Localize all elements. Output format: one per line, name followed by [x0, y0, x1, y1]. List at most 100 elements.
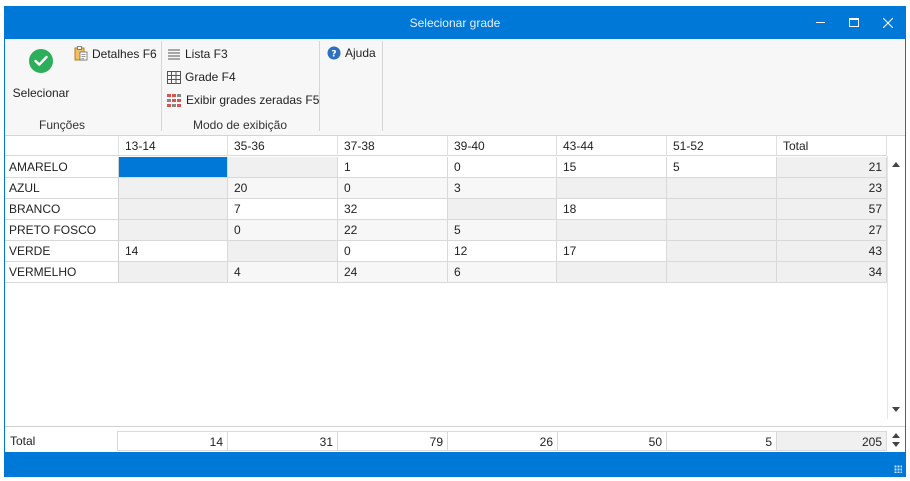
row-total-cell: 57 [777, 199, 887, 220]
grid-cell[interactable]: 14 [119, 241, 228, 262]
lista-button[interactable]: Lista F3 [167, 47, 228, 61]
footer-total-label: Total [10, 434, 36, 448]
close-icon [883, 18, 893, 28]
grid-cell[interactable] [119, 178, 228, 199]
grid-cell[interactable]: 1 [338, 157, 448, 178]
footer-scroll-down-icon[interactable] [892, 442, 900, 447]
detalhes-label: Detalhes F6 [92, 46, 157, 61]
grid-cell[interactable]: 0 [448, 157, 557, 178]
grid-cell[interactable]: 18 [557, 199, 667, 220]
resize-grip-icon[interactable] [894, 465, 902, 473]
grid-cell[interactable]: 24 [338, 262, 448, 283]
dialog-window: Selecionar grade Selecionar Detalhes F6 … [4, 6, 906, 477]
grid-cell[interactable] [667, 178, 777, 199]
grid-cell[interactable]: 22 [338, 220, 448, 241]
column-total-cell: 50 [557, 431, 667, 451]
detalhes-button[interactable]: Detalhes F6 [73, 46, 157, 61]
grid-cell[interactable] [119, 220, 228, 241]
grid-cell[interactable]: 0 [338, 178, 448, 199]
grid-cell[interactable]: 5 [448, 220, 557, 241]
svg-text:?: ? [331, 50, 336, 60]
grid-cell[interactable]: 3 [448, 178, 557, 199]
maximize-button[interactable] [837, 7, 871, 39]
ribbon-group-funcoes: Selecionar Detalhes F6 Funções [5, 39, 157, 135]
grid-cell[interactable]: 20 [228, 178, 338, 199]
footer-scroll-up-icon[interactable] [892, 433, 900, 438]
status-bar [5, 452, 905, 476]
grid-cell[interactable]: 15 [557, 157, 667, 178]
row-total-cell: 23 [777, 178, 887, 199]
minimize-icon [815, 21, 825, 23]
row-header[interactable]: AZUL [5, 178, 119, 199]
column-header[interactable]: 39-40 [448, 136, 557, 156]
row-header[interactable]: BRANCO [5, 199, 119, 220]
window-title: Selecionar grade [409, 16, 501, 30]
grid-cell[interactable]: 32 [338, 199, 448, 220]
column-header[interactable]: 35-36 [228, 136, 338, 156]
ajuda-label: Ajuda [345, 46, 376, 60]
row-header[interactable]: VERDE [5, 241, 119, 262]
column-header[interactable]: 37-38 [338, 136, 448, 156]
grid-cell[interactable]: 7 [228, 199, 338, 220]
row-total-cell: 34 [777, 262, 887, 283]
ribbon-group-modo: Lista F3 Grade F4 Exibir grades zeradas … [162, 39, 319, 135]
grid-cell[interactable] [667, 241, 777, 262]
title-bar[interactable]: Selecionar grade [5, 7, 905, 39]
lista-label: Lista F3 [185, 47, 228, 61]
grid-cell[interactable]: 17 [557, 241, 667, 262]
header-corner [5, 136, 119, 156]
column-total-cell: 14 [117, 431, 228, 451]
row-header[interactable]: VERMELHO [5, 262, 119, 283]
grid-cell[interactable] [667, 262, 777, 283]
scroll-down-icon[interactable] [892, 407, 900, 412]
row-total-cell: 21 [777, 157, 887, 178]
grid-cell[interactable] [119, 262, 228, 283]
minimize-button[interactable] [803, 7, 837, 39]
grand-total-cell: 205 [776, 431, 887, 451]
grade-grid[interactable]: 13-14 35-36 37-38 39-40 43-44 51-52 Total AMARE… [5, 136, 905, 426]
row-total-cell: 43 [777, 241, 887, 262]
ajuda-button[interactable]: ? Ajuda [327, 46, 376, 60]
ribbon-group-ajuda: ? Ajuda [320, 39, 382, 135]
colored-grid-icon [167, 93, 182, 107]
column-total-cell: 31 [227, 431, 338, 451]
column-header[interactable]: 51-52 [667, 136, 777, 156]
grade-label: Grade F4 [185, 70, 236, 84]
scroll-up-icon[interactable] [892, 162, 900, 167]
grid-cell[interactable] [667, 220, 777, 241]
grid-cell[interactable]: 5 [667, 157, 777, 178]
exibir-zeradas-button[interactable]: Exibir grades zeradas F5 [167, 93, 319, 107]
exibir-zeradas-label: Exibir grades zeradas F5 [186, 93, 320, 107]
grid-cell[interactable] [557, 178, 667, 199]
grid-cell[interactable] [448, 199, 557, 220]
selecionar-label: Selecionar [12, 86, 70, 100]
grid-cell[interactable] [119, 157, 228, 178]
grid-cell[interactable]: 4 [228, 262, 338, 283]
ribbon: Selecionar Detalhes F6 Funções Lista F3 … [5, 39, 905, 136]
grid-cell[interactable] [119, 199, 228, 220]
column-header[interactable]: 13-14 [119, 136, 228, 156]
selecionar-button[interactable]: Selecionar [9, 47, 73, 103]
grid-cell[interactable]: 12 [448, 241, 557, 262]
grid-cell[interactable]: 0 [228, 220, 338, 241]
grid-cell[interactable] [557, 262, 667, 283]
close-button[interactable] [871, 7, 905, 39]
grid-cell[interactable] [557, 220, 667, 241]
column-header[interactable]: Total [777, 136, 887, 156]
grid-cell[interactable] [667, 199, 777, 220]
vertical-scrollbar[interactable] [887, 156, 905, 419]
grid-cell[interactable] [228, 241, 338, 262]
row-header[interactable]: AMARELO [5, 157, 119, 178]
row-header[interactable]: PRETO FOSCO [5, 220, 119, 241]
ribbon-divider [382, 41, 383, 131]
grid-cell[interactable] [228, 157, 338, 178]
maximize-icon [849, 17, 859, 27]
grid-cell[interactable]: 6 [448, 262, 557, 283]
grid-cell[interactable]: 0 [338, 241, 448, 262]
grade-button[interactable]: Grade F4 [167, 70, 236, 84]
funcoes-group-label: Funções [38, 118, 86, 132]
totals-footer: Total 14 31 79 26 50 5 205 [5, 426, 905, 453]
modo-group-label: Modo de exibição [192, 118, 288, 132]
column-header[interactable]: 43-44 [557, 136, 667, 156]
clipboard-icon [73, 46, 88, 61]
